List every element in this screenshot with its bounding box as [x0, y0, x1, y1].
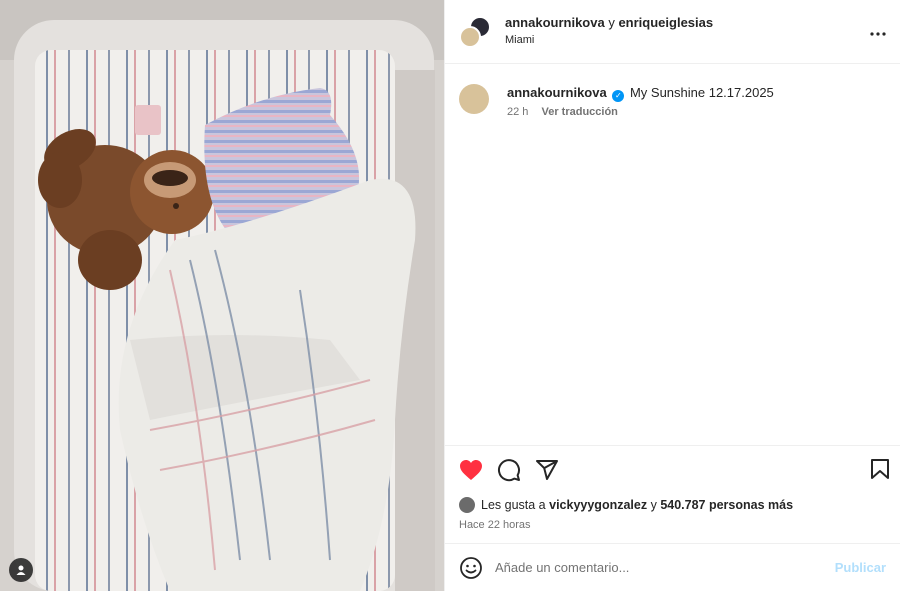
- caption-text: My Sunshine 12.17.2025: [629, 85, 774, 100]
- likes-count-link[interactable]: 540.787 personas más: [660, 498, 793, 512]
- liker-username[interactable]: vickyyygonzalez: [549, 498, 647, 512]
- likes-prefix: Les gusta a: [481, 498, 546, 512]
- post-header: annakournikova y enriqueiglesias Miami: [445, 0, 900, 64]
- like-button[interactable]: [459, 459, 483, 481]
- comment-button[interactable]: [497, 458, 521, 482]
- likes-joiner: y: [650, 498, 657, 512]
- author-link-enriqueiglesias[interactable]: enriqueiglesias: [618, 15, 713, 30]
- comment-input[interactable]: [495, 560, 835, 575]
- caption-username[interactable]: annakournikova: [507, 85, 607, 100]
- likes-summary: Les gusta a vickyyygonzalez y 540.787 pe…: [445, 493, 900, 517]
- caption-avatar[interactable]: [459, 84, 489, 114]
- verified-badge-icon: ✓: [612, 90, 625, 102]
- caption-age[interactable]: 22 h: [507, 106, 528, 118]
- post-authors: annakournikova y enriqueiglesias Miami: [505, 15, 713, 48]
- post-timestamp[interactable]: Hace 22 horas: [445, 517, 900, 543]
- post-photo[interactable]: [0, 0, 444, 591]
- comment-icon: [498, 458, 520, 481]
- bookmark-icon: [871, 459, 889, 479]
- liker-avatar[interactable]: [459, 497, 475, 513]
- share-icon: [536, 459, 558, 480]
- post-actions: [445, 445, 900, 493]
- post-side-panel: annakournikova y enriqueiglesias Miami a…: [444, 0, 900, 591]
- user-tag-icon: [16, 565, 26, 575]
- publish-comment-button[interactable]: Publicar: [835, 560, 886, 575]
- tagged-users-button[interactable]: [9, 558, 33, 582]
- newborn-photo-image: [0, 0, 444, 591]
- instagram-post: annakournikova y enriqueiglesias Miami a…: [0, 0, 900, 591]
- authors-joiner: y: [608, 15, 615, 30]
- save-button[interactable]: [870, 458, 890, 485]
- avatar-annakournikova[interactable]: [459, 25, 481, 48]
- more-horizontal-icon: [870, 32, 886, 36]
- emoji-button[interactable]: [459, 556, 483, 580]
- author-link-annakournikova[interactable]: annakournikova: [505, 15, 605, 30]
- post-location[interactable]: Miami: [505, 32, 713, 48]
- collab-avatars[interactable]: [459, 15, 491, 48]
- heart-filled-icon: [460, 459, 482, 480]
- emoji-icon: [460, 556, 482, 579]
- see-translation-link[interactable]: Ver traducción: [541, 106, 617, 118]
- share-button[interactable]: [535, 458, 559, 482]
- post-caption: annakournikova ✓ My Sunshine 12.17.2025 …: [445, 64, 900, 445]
- more-options-button[interactable]: [870, 22, 886, 38]
- comment-bar: Publicar: [445, 543, 900, 591]
